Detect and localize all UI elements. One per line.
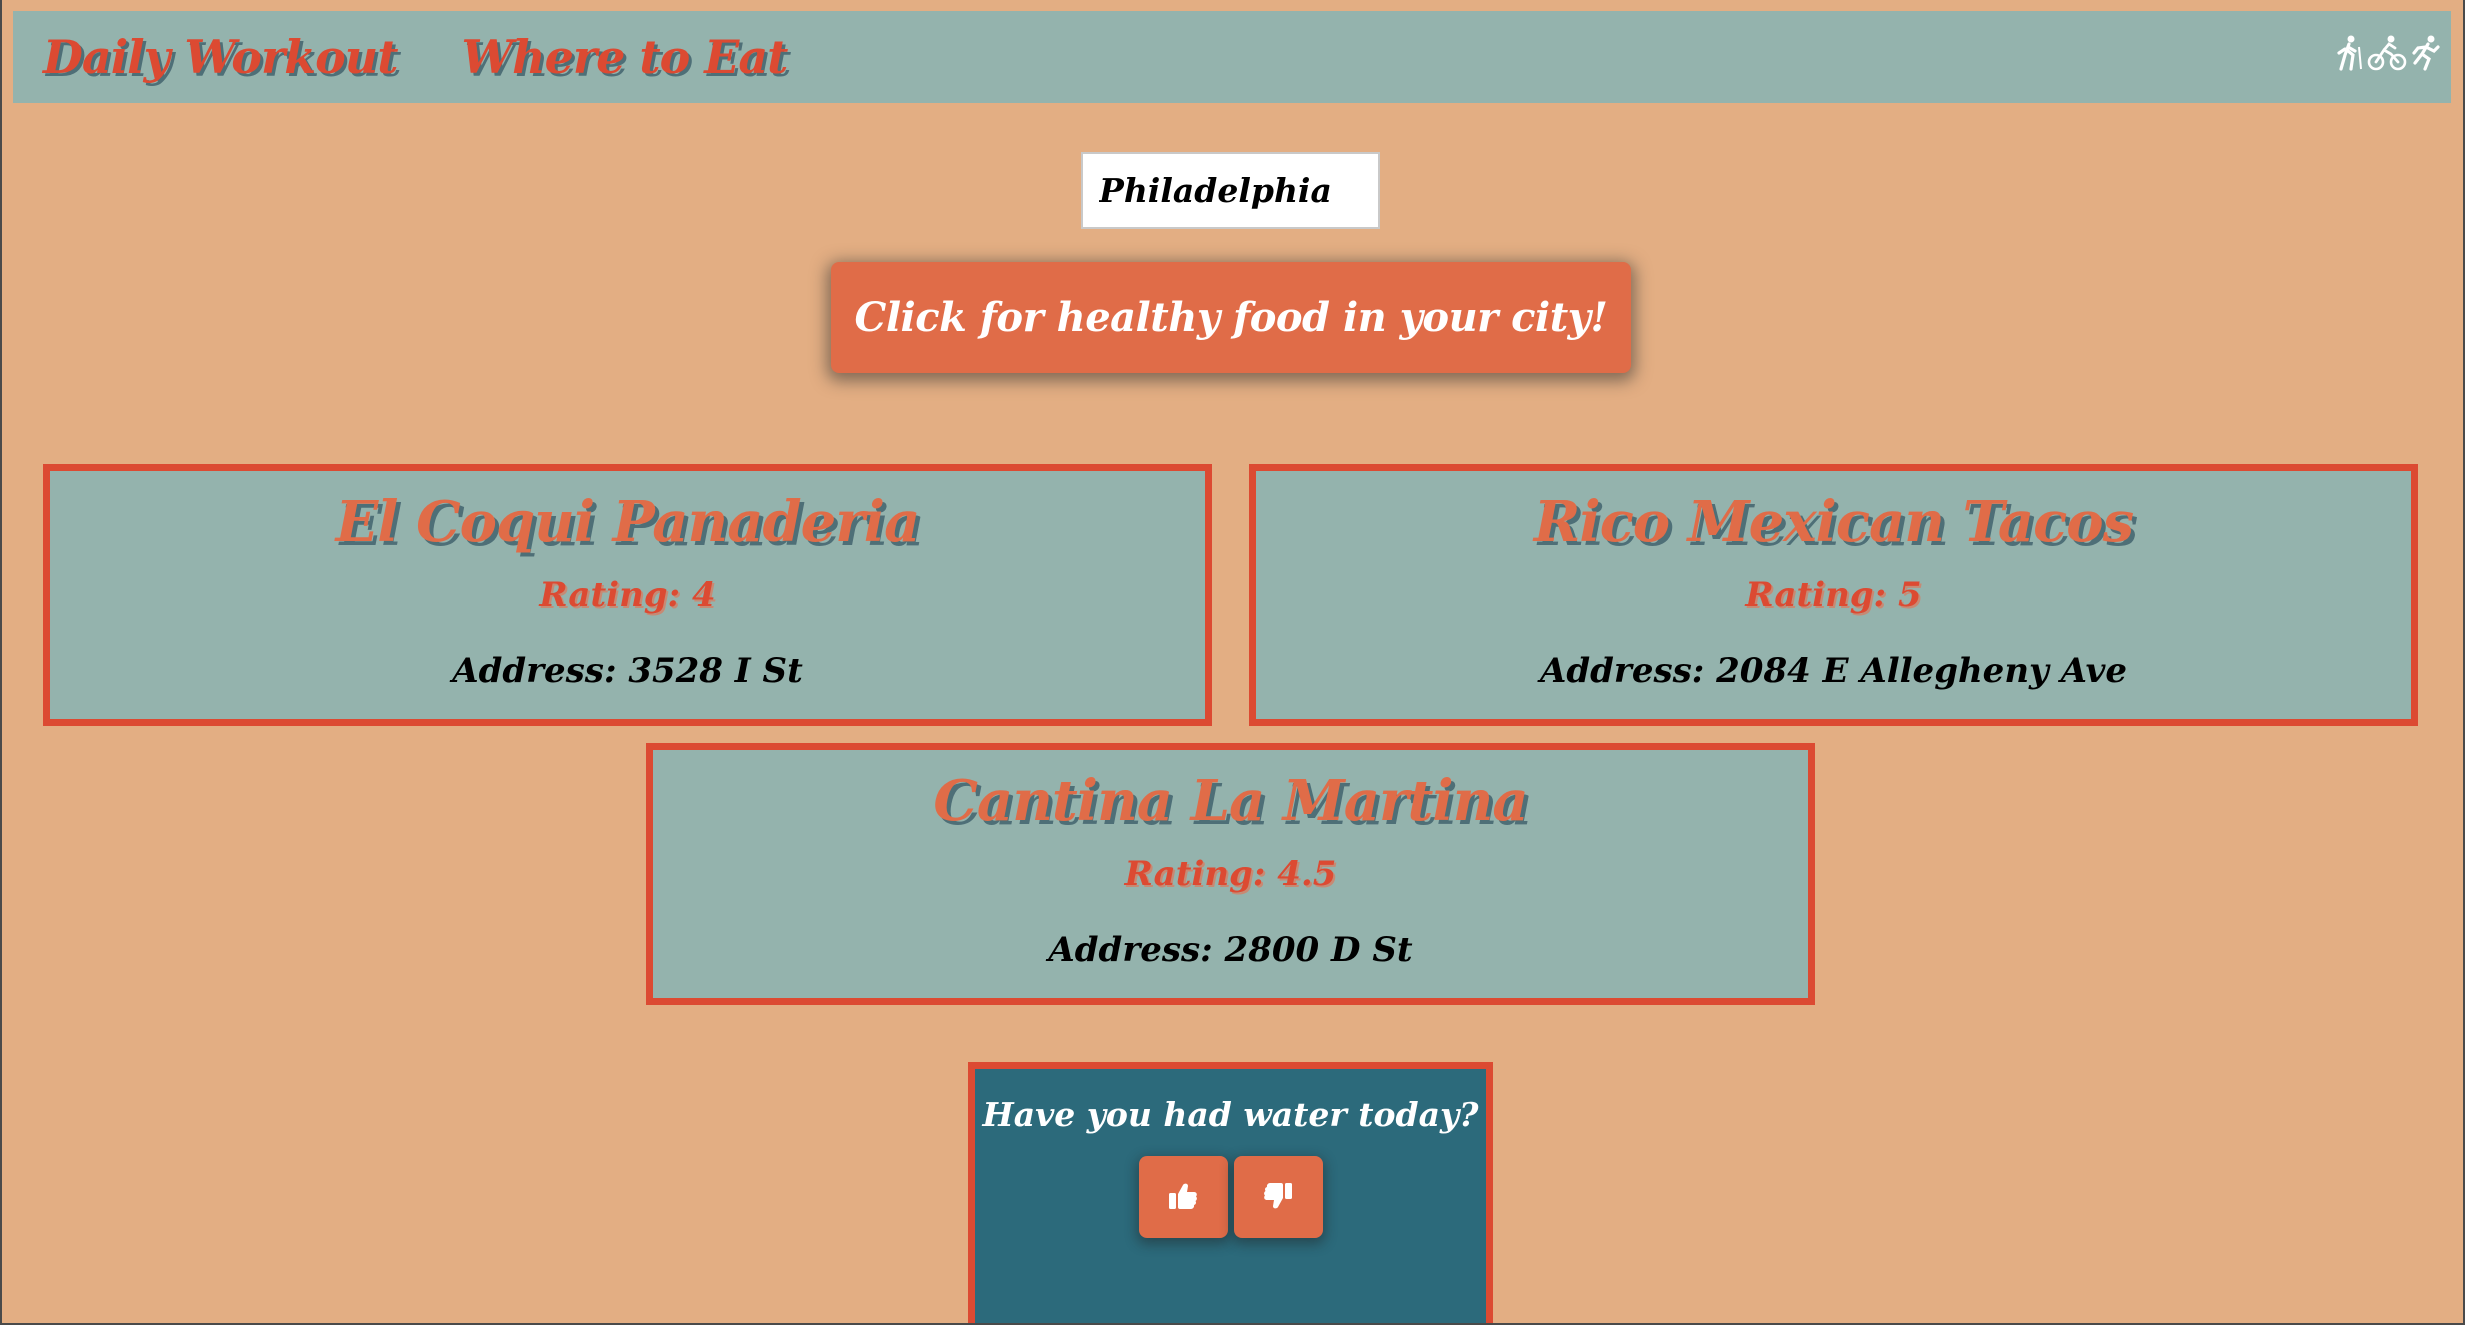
restaurant-address: Address: 3528 I St: [452, 651, 803, 691]
nav-link-daily-workout[interactable]: Daily Workout: [43, 30, 398, 84]
thumbs-up-button[interactable]: [1138, 1156, 1228, 1238]
city-input[interactable]: [1081, 152, 1380, 229]
biking-icon: [2367, 35, 2407, 71]
water-tracker: Have you had water today?: [968, 1062, 1493, 1325]
restaurant-card: El Coqui Panaderia Rating: 4 Address: 35…: [43, 464, 1212, 726]
restaurant-name: Rico Mexican Tacos: [1533, 489, 2134, 555]
running-icon: [2409, 35, 2441, 71]
restaurant-rating: Rating: 4: [539, 575, 716, 615]
restaurant-name: Cantina La Martina: [933, 768, 1528, 834]
restaurant-name: El Coqui Panaderia: [335, 489, 921, 555]
top-navbar: Daily Workout Where to Eat: [13, 11, 2451, 103]
restaurant-address: Address: 2800 D St: [1048, 930, 1413, 970]
restaurant-card: Rico Mexican Tacos Rating: 5 Address: 20…: [1249, 464, 2418, 726]
thumbs-down-icon: [1263, 1182, 1293, 1213]
restaurant-rating: Rating: 5: [1745, 575, 1922, 615]
nav-link-where-to-eat[interactable]: Where to Eat: [461, 30, 788, 84]
water-question: Have you had water today?: [982, 1095, 1479, 1134]
walking-icon: [2335, 35, 2365, 71]
healthy-food-search-button[interactable]: Click for healthy food in your city!: [831, 262, 1631, 373]
restaurant-address: Address: 2084 E Allegheny Ave: [1539, 651, 2128, 691]
restaurant-card: Cantina La Martina Rating: 4.5 Address: …: [646, 743, 1815, 1005]
restaurant-rating: Rating: 4.5: [1124, 854, 1337, 894]
activity-icons: [2335, 35, 2441, 71]
thumbs-up-icon: [1168, 1182, 1198, 1213]
water-actions: [975, 1156, 1486, 1238]
thumbs-down-button[interactable]: [1233, 1156, 1323, 1238]
